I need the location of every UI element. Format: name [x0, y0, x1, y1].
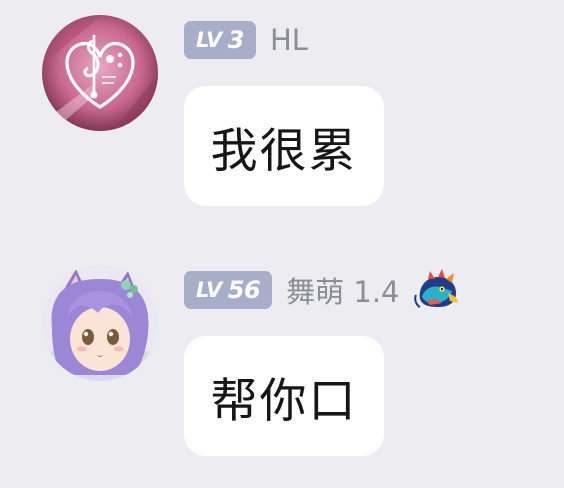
message-text: 帮你口 — [210, 373, 358, 429]
treble-bass-clef-heart-avatar-icon — [42, 15, 158, 131]
message-bubble[interactable]: 我很累 — [184, 86, 384, 206]
anime-catgirl-avatar-icon — [42, 265, 158, 381]
user-avatar[interactable] — [42, 15, 158, 131]
user-avatar[interactable] — [42, 265, 158, 381]
user-nickname[interactable]: 舞萌 1.4 — [286, 269, 399, 311]
dragon-medal-graphic — [413, 269, 458, 308]
message-header: LV 3 HL — [184, 18, 308, 62]
chat-message-list: LV 3 HL 我很累 LV 56 舞萌 1.4 帮你口 — [0, 0, 564, 488]
level-badge: LV 3 — [184, 21, 256, 59]
message-text: 我很累 — [210, 123, 358, 179]
message-header: LV 56 舞萌 1.4 — [184, 268, 460, 312]
dragon-head-icon[interactable] — [412, 269, 460, 311]
message-bubble[interactable]: 帮你口 — [184, 336, 384, 456]
level-badge: LV 56 — [184, 271, 273, 309]
level-value: 56 — [227, 276, 261, 304]
level-prefix: LV — [196, 278, 222, 302]
user-nickname[interactable]: HL — [270, 23, 308, 57]
chat-message: LV 3 HL 我很累 — [0, 0, 564, 240]
level-prefix: LV — [196, 28, 222, 52]
chat-message: LV 56 舞萌 1.4 帮你口 — [0, 250, 564, 488]
level-value: 3 — [227, 26, 245, 54]
